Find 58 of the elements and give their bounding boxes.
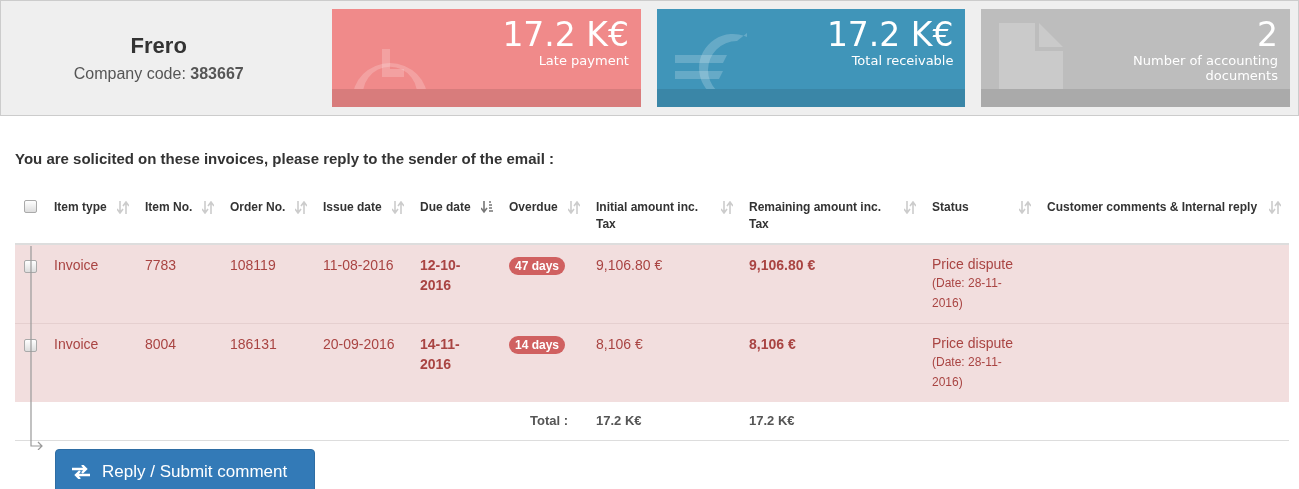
column-header[interactable]: Initial amount inc. Tax (596, 199, 717, 233)
due-date: 14-11-2016 (420, 335, 461, 374)
column-header[interactable]: Due date (420, 199, 471, 216)
column-header[interactable]: Issue date (323, 199, 382, 216)
column-header[interactable]: Item No. (145, 199, 193, 216)
total-label: Total : (529, 413, 568, 428)
overdue-badge: 14 days (509, 336, 566, 354)
column-header[interactable]: Remaining amount inc. Tax (749, 199, 900, 233)
document-icon (999, 23, 1064, 90)
remaining-amount: 8,106 € (749, 336, 796, 352)
company-code: Company code: 383667 (73, 65, 244, 83)
sort-icon[interactable] (295, 201, 307, 214)
sort-icon[interactable] (117, 201, 129, 214)
sort-icon[interactable] (1269, 201, 1281, 214)
stat-value: 17.2 K€ (501, 17, 629, 53)
table-cell: 11-08-2016 (323, 257, 394, 273)
status-date: (Date: 28-11-2016) (932, 354, 1003, 391)
table-row[interactable]: Invoice 8004 186131 20-09-2016 14-11-2016 14 days 8,106 € 8,106 € Price dispute (Date: 28-11-2016) (15, 323, 1289, 402)
table-cell: 8,106 € (596, 336, 643, 352)
status-label: Price dispute (932, 255, 1014, 273)
table-row[interactable]: Invoice 7783 108119 11-08-2016 12-10-2016 47 days 9,106.80 € 9,106.80 € Price dispute (Date: 28-11-2016) (15, 244, 1289, 324)
column-header[interactable]: Overdue (509, 199, 558, 216)
stat-value: 17.2 K€ (825, 17, 954, 53)
swap-arrows-icon (72, 465, 90, 479)
due-date: 12-10-2016 (420, 256, 462, 295)
sort-icon[interactable] (1019, 201, 1031, 214)
table-cell: 9,106.80 € (596, 257, 663, 273)
table-cell: 186131 (230, 336, 277, 352)
table-cell: Invoice (54, 257, 99, 273)
column-header[interactable]: Status (932, 199, 969, 216)
overdue-badge: 47 days (509, 257, 566, 275)
stat-value: 2 (1256, 17, 1278, 53)
section-heading: You are solicited on these invoices, please reply to the sender of the email : (15, 150, 556, 167)
stat-label: Total receivable (850, 53, 954, 68)
column-header[interactable]: Customer comments & Internal reply (1047, 199, 1258, 216)
status-date: (Date: 28-11-2016) (932, 275, 1003, 312)
reply-button[interactable]: Reply / Submit comment (55, 449, 315, 489)
table-cell: 7783 (145, 257, 177, 273)
sort-icon[interactable] (904, 201, 916, 214)
table-cell: Invoice (54, 336, 99, 352)
status-label: Price dispute (932, 334, 1014, 352)
company-name: Frero (130, 33, 187, 59)
table-cell: 8004 (145, 336, 177, 352)
table-cell: 108119 (230, 257, 276, 273)
sort-descending-icon[interactable] (481, 201, 493, 214)
total-initial: 17.2 K€ (596, 413, 642, 428)
stat-label: Number of accounting documents (1132, 53, 1278, 83)
total-remaining: 17.2 K€ (749, 413, 795, 428)
stat-label: Late payment (537, 53, 629, 68)
select-all-checkbox[interactable] (24, 200, 37, 213)
column-header[interactable]: Order No. (230, 199, 286, 216)
column-header[interactable]: Item type (54, 199, 107, 216)
sort-icon[interactable] (392, 201, 404, 214)
sort-icon[interactable] (721, 201, 733, 214)
table-cell: 20-09-2016 (323, 336, 395, 352)
sort-icon[interactable] (568, 201, 580, 214)
sort-icon[interactable] (202, 201, 214, 214)
remaining-amount: 9,106.80 € (749, 257, 816, 273)
